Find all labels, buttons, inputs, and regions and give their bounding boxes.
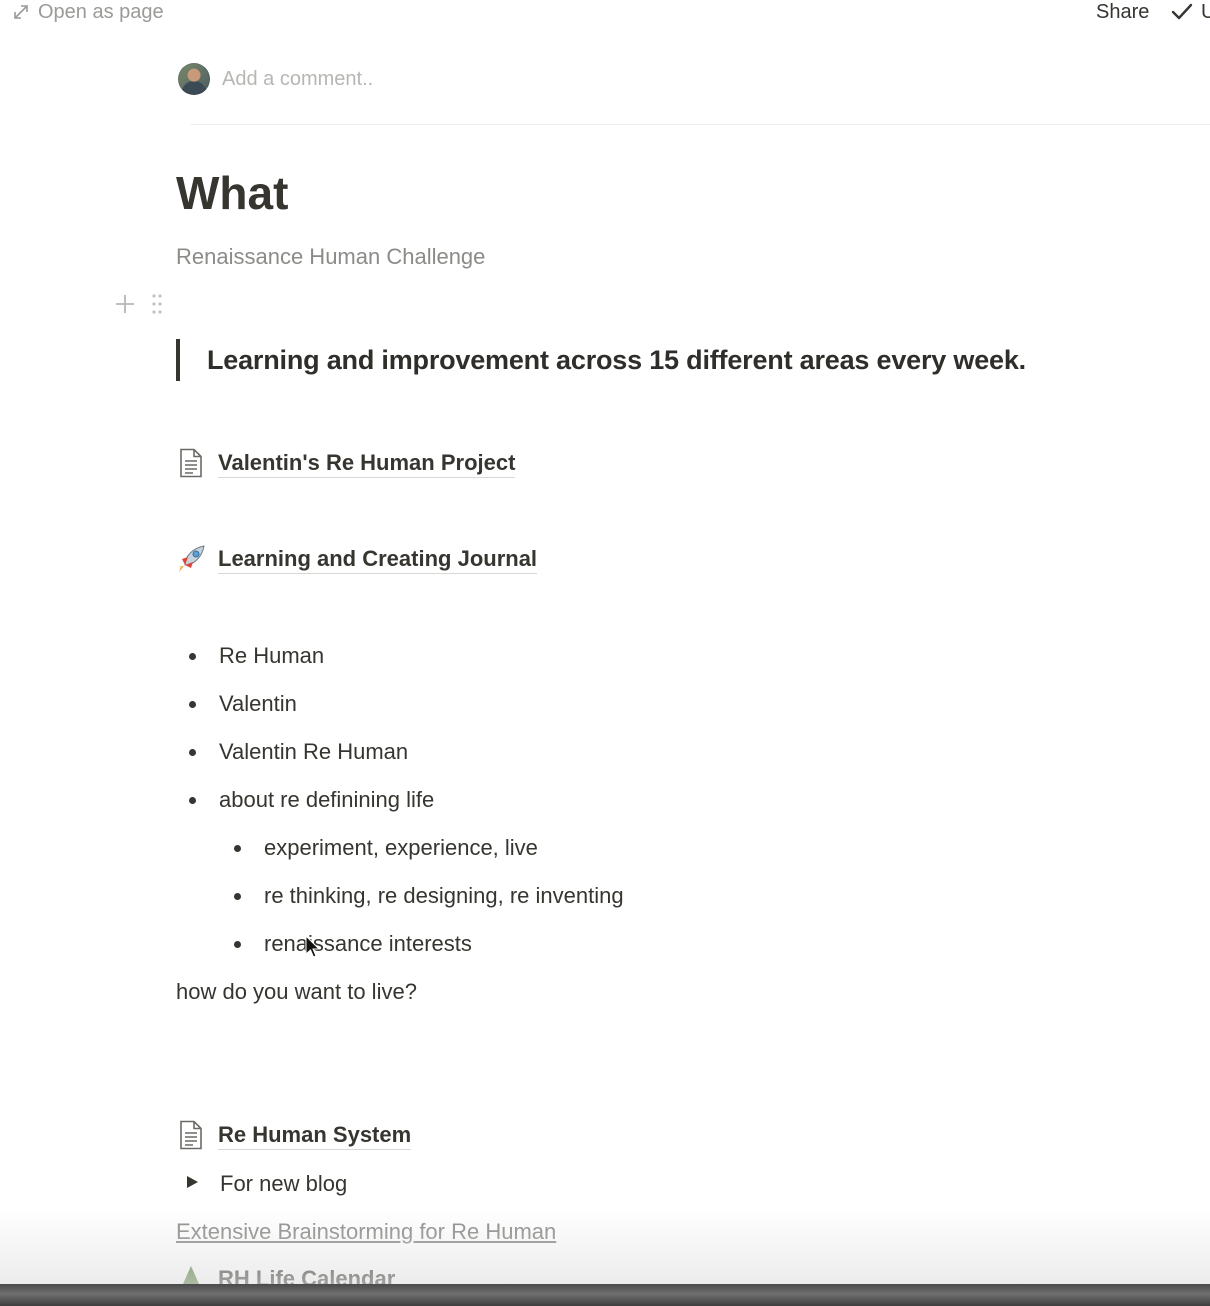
quote-text: Learning and improvement across 15 diffe… [207,344,1026,375]
comment-row [178,63,622,95]
brainstorming-link[interactable]: Extensive Brainstorming for Re Human [176,1218,556,1246]
block-handle [113,292,163,321]
page-link-system[interactable]: Re Human System [176,1120,412,1150]
question-text[interactable]: how do you want to live? [176,978,417,1006]
bottom-bar [0,1284,1210,1306]
expand-arrows-icon [12,3,30,21]
list-item-text: renaissance interests [264,931,472,956]
bullet-dot [234,844,241,852]
toggle-label: For new blog [220,1171,348,1196]
page-title[interactable]: What [176,165,288,221]
list-item[interactable]: Valentin [189,690,297,718]
sub-list-item[interactable]: renaissance interests [234,930,472,958]
share-button[interactable]: Share [1096,0,1149,24]
top-bar: Open as page Share U [0,0,1210,28]
sub-list-item[interactable]: re thinking, re designing, re inventing [234,882,624,910]
divider [190,124,1210,125]
page-link-label: Learning and Creating Journal [218,545,538,574]
page-link-label: Re Human System [218,1121,412,1150]
list-item[interactable]: about re definining life [189,786,434,814]
triangle-right-icon[interactable] [184,1174,200,1195]
toggle-block[interactable]: For new blog [184,1170,347,1198]
page-link-label: Valentin's Re Human Project [218,449,516,478]
page-document-icon [176,1120,206,1150]
list-item-text: Valentin [219,691,297,716]
page-subtitle[interactable]: Renaissance Human Challenge [176,243,485,271]
drag-handle-icon[interactable] [151,293,163,320]
bullet-dot [234,940,241,948]
list-item[interactable]: Re Human [189,642,324,670]
list-item-text: Valentin Re Human [219,739,409,764]
page-link-journal[interactable]: Learning and Creating Journal [176,544,538,574]
bullet-dot [189,796,196,804]
bullet-dot [189,748,196,756]
open-as-page-button[interactable]: Open as page [12,0,164,24]
updates-label[interactable]: U [1201,0,1210,24]
page-link-project[interactable]: Valentin's Re Human Project [176,448,516,478]
comment-input[interactable] [222,67,622,91]
rocket-icon [176,544,206,574]
bullet-dot [189,700,196,708]
bullet-dot [189,652,196,660]
open-as-page-label: Open as page [38,0,164,23]
sub-list-item[interactable]: experiment, experience, live [234,834,538,862]
bullet-dot [234,892,241,900]
plus-icon[interactable] [113,292,137,321]
checkmark-icon[interactable] [1171,2,1193,27]
list-item-text: Re Human [219,643,325,668]
list-item-text: re thinking, re designing, re inventing [264,883,624,908]
list-item[interactable]: Valentin Re Human [189,738,408,766]
avatar [178,63,210,95]
mouse-cursor-icon [305,934,321,964]
page-document-icon [176,448,206,478]
list-item-text: about re definining life [219,787,435,812]
list-item-text: experiment, experience, live [264,835,538,860]
quote-block[interactable]: Learning and improvement across 15 diffe… [176,339,1026,381]
